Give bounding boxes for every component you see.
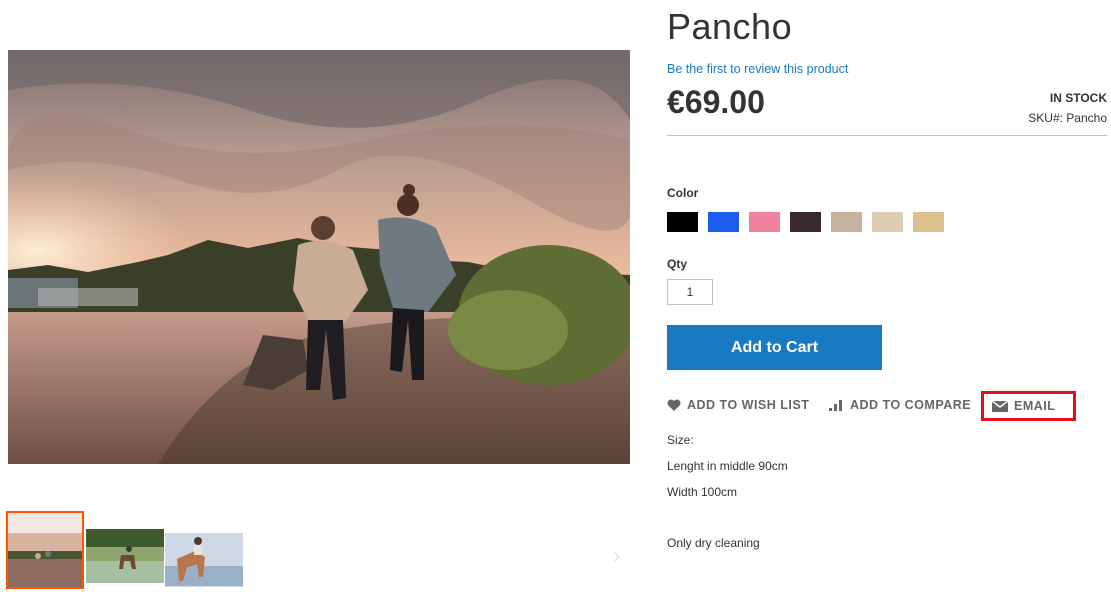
thumbnail-2[interactable] — [86, 511, 164, 589]
email-link[interactable]: Email — [981, 391, 1076, 421]
description-line-2: Lenght in middle 90cm — [667, 459, 788, 473]
email-label: Email — [1014, 399, 1056, 413]
swatch-black[interactable] — [667, 212, 698, 232]
swatch-beige[interactable] — [872, 212, 903, 232]
swatch-dark-brown[interactable] — [790, 212, 821, 232]
qty-label: Qty — [667, 257, 688, 271]
thumbnail-1[interactable] — [6, 511, 84, 589]
price-divider — [667, 135, 1107, 136]
product-actions: Add to Wish List Add to Compare Email — [667, 391, 1107, 421]
thumbnail-3[interactable] — [165, 511, 243, 589]
swatch-sand[interactable] — [913, 212, 944, 232]
product-price: €69.00 — [667, 84, 765, 120]
color-label: Color — [667, 186, 699, 200]
compare-bars-icon — [829, 400, 842, 411]
qty-input[interactable] — [667, 279, 713, 305]
add-to-wishlist-link[interactable]: Add to Wish List — [667, 393, 809, 417]
thumbnail-field-horse-image — [86, 511, 164, 589]
swatch-pink[interactable] — [749, 212, 780, 232]
add-to-cart-button[interactable]: Add to Cart — [667, 325, 882, 370]
compare-label: Add to Compare — [850, 398, 972, 412]
add-to-compare-link[interactable]: Add to Compare — [829, 393, 971, 417]
thumbnail-rider-image — [165, 511, 243, 589]
swatch-taupe[interactable] — [831, 212, 862, 232]
description-line-4: Only dry cleaning — [667, 536, 760, 550]
swatch-blue[interactable] — [708, 212, 739, 232]
description-line-3: Width 100cm — [667, 485, 738, 499]
main-product-image[interactable] — [8, 50, 630, 464]
photo-beach-sunset — [8, 50, 630, 464]
gallery-next-arrow-icon[interactable]: › — [612, 540, 628, 570]
heart-icon — [667, 399, 681, 411]
wishlist-label: Add to Wish List — [687, 398, 810, 412]
stock-status: In stock — [1049, 91, 1107, 105]
sku-label: SKU#: — [1028, 111, 1063, 125]
product-title: Pancho — [667, 6, 793, 47]
review-link[interactable]: Be the first to review this product — [667, 62, 848, 76]
sku-value: Pancho — [1066, 111, 1107, 125]
product-sku: SKU#: Pancho — [1028, 111, 1107, 125]
envelope-icon — [992, 400, 1008, 412]
thumbnail-beach-image — [8, 513, 82, 587]
description-line-1: Size: — [667, 433, 694, 447]
product-gallery: › — [0, 0, 640, 592]
